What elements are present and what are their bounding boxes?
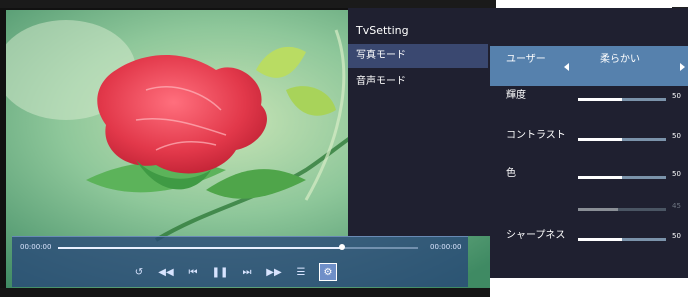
setting-slider-fill bbox=[578, 238, 622, 241]
total-time: 00:00:00 bbox=[430, 243, 462, 251]
seek-bar-fill bbox=[58, 247, 343, 249]
seek-bar[interactable] bbox=[58, 244, 418, 250]
arrow-right-icon[interactable] bbox=[680, 63, 685, 71]
setting-slider-tint bbox=[578, 208, 666, 211]
window-corner-tab bbox=[672, 0, 688, 8]
setting-value-tint: 45 bbox=[672, 202, 681, 210]
setting-slider-fill bbox=[578, 98, 622, 101]
screen-bezel-bottom bbox=[0, 288, 496, 297]
media-player-bar: 00:00:00 00:00:00 ↺ ◀◀ ⏮ ❚❚ ⏭ ▶▶ ☰ ⚙ bbox=[12, 236, 468, 287]
settings-icon[interactable]: ⚙ bbox=[319, 263, 337, 281]
setting-row-color[interactable]: 色 50 bbox=[490, 164, 688, 194]
elapsed-time: 00:00:00 bbox=[20, 243, 52, 251]
repeat-icon[interactable]: ↺ bbox=[130, 263, 148, 281]
playlist-icon[interactable]: ☰ bbox=[292, 263, 310, 281]
rewind-icon[interactable]: ◀◀ bbox=[157, 263, 175, 281]
setting-slider-contrast[interactable] bbox=[578, 138, 666, 141]
setting-label-color: 色 bbox=[506, 168, 516, 179]
screen-bezel-top bbox=[0, 0, 496, 8]
setting-value-brightness: 50 bbox=[672, 92, 681, 100]
picture-mode-value: 柔らかい bbox=[600, 54, 640, 65]
seek-bar-handle[interactable] bbox=[339, 244, 346, 250]
setting-value-contrast: 50 bbox=[672, 132, 681, 140]
setting-label-sharpness: シャープネス bbox=[506, 230, 566, 241]
next-icon[interactable]: ⏭ bbox=[238, 263, 256, 281]
setting-row-contrast[interactable]: コントラスト 50 bbox=[490, 126, 688, 156]
picture-mode-label: ユーザー bbox=[506, 54, 546, 65]
setting-row-brightness[interactable]: 輝度 50 bbox=[490, 86, 688, 116]
tv-setting-menu: TvSetting 写真モード 音声モード bbox=[348, 8, 490, 236]
setting-slider-fill bbox=[578, 208, 618, 211]
setting-row-tint: 45 bbox=[490, 196, 688, 226]
previous-icon[interactable]: ⏮ bbox=[184, 263, 202, 281]
picture-settings-panel: ユーザー 柔らかい 輝度 50 コントラスト 50 色 50 45 シャープネス 50 bbox=[490, 8, 688, 297]
arrow-left-icon[interactable] bbox=[564, 63, 569, 71]
menu-item-sound-mode[interactable]: 音声モード bbox=[348, 70, 488, 94]
setting-value-color: 50 bbox=[672, 170, 681, 178]
setting-slider-fill bbox=[578, 138, 622, 141]
fast-forward-icon[interactable]: ▶▶ bbox=[265, 263, 283, 281]
picture-settings-background: ユーザー 柔らかい 輝度 50 コントラスト 50 色 50 45 シャープネス 50 bbox=[490, 8, 688, 278]
setting-row-sharpness[interactable]: シャープネス 50 bbox=[490, 226, 688, 256]
setting-slider-brightness[interactable] bbox=[578, 98, 666, 101]
pause-icon[interactable]: ❚❚ bbox=[211, 263, 229, 281]
setting-slider-fill bbox=[578, 176, 622, 179]
playback-controls: ↺ ◀◀ ⏮ ❚❚ ⏭ ▶▶ ☰ ⚙ bbox=[130, 262, 337, 282]
setting-value-sharpness: 50 bbox=[672, 232, 681, 240]
menu-title: TvSetting bbox=[356, 24, 409, 37]
menu-item-picture-mode[interactable]: 写真モード bbox=[348, 44, 488, 68]
setting-label-brightness: 輝度 bbox=[506, 90, 526, 101]
setting-label-contrast: コントラスト bbox=[506, 130, 566, 141]
picture-mode-selector[interactable]: ユーザー 柔らかい bbox=[490, 46, 688, 86]
setting-slider-sharpness[interactable] bbox=[578, 238, 666, 241]
setting-slider-color[interactable] bbox=[578, 176, 666, 179]
